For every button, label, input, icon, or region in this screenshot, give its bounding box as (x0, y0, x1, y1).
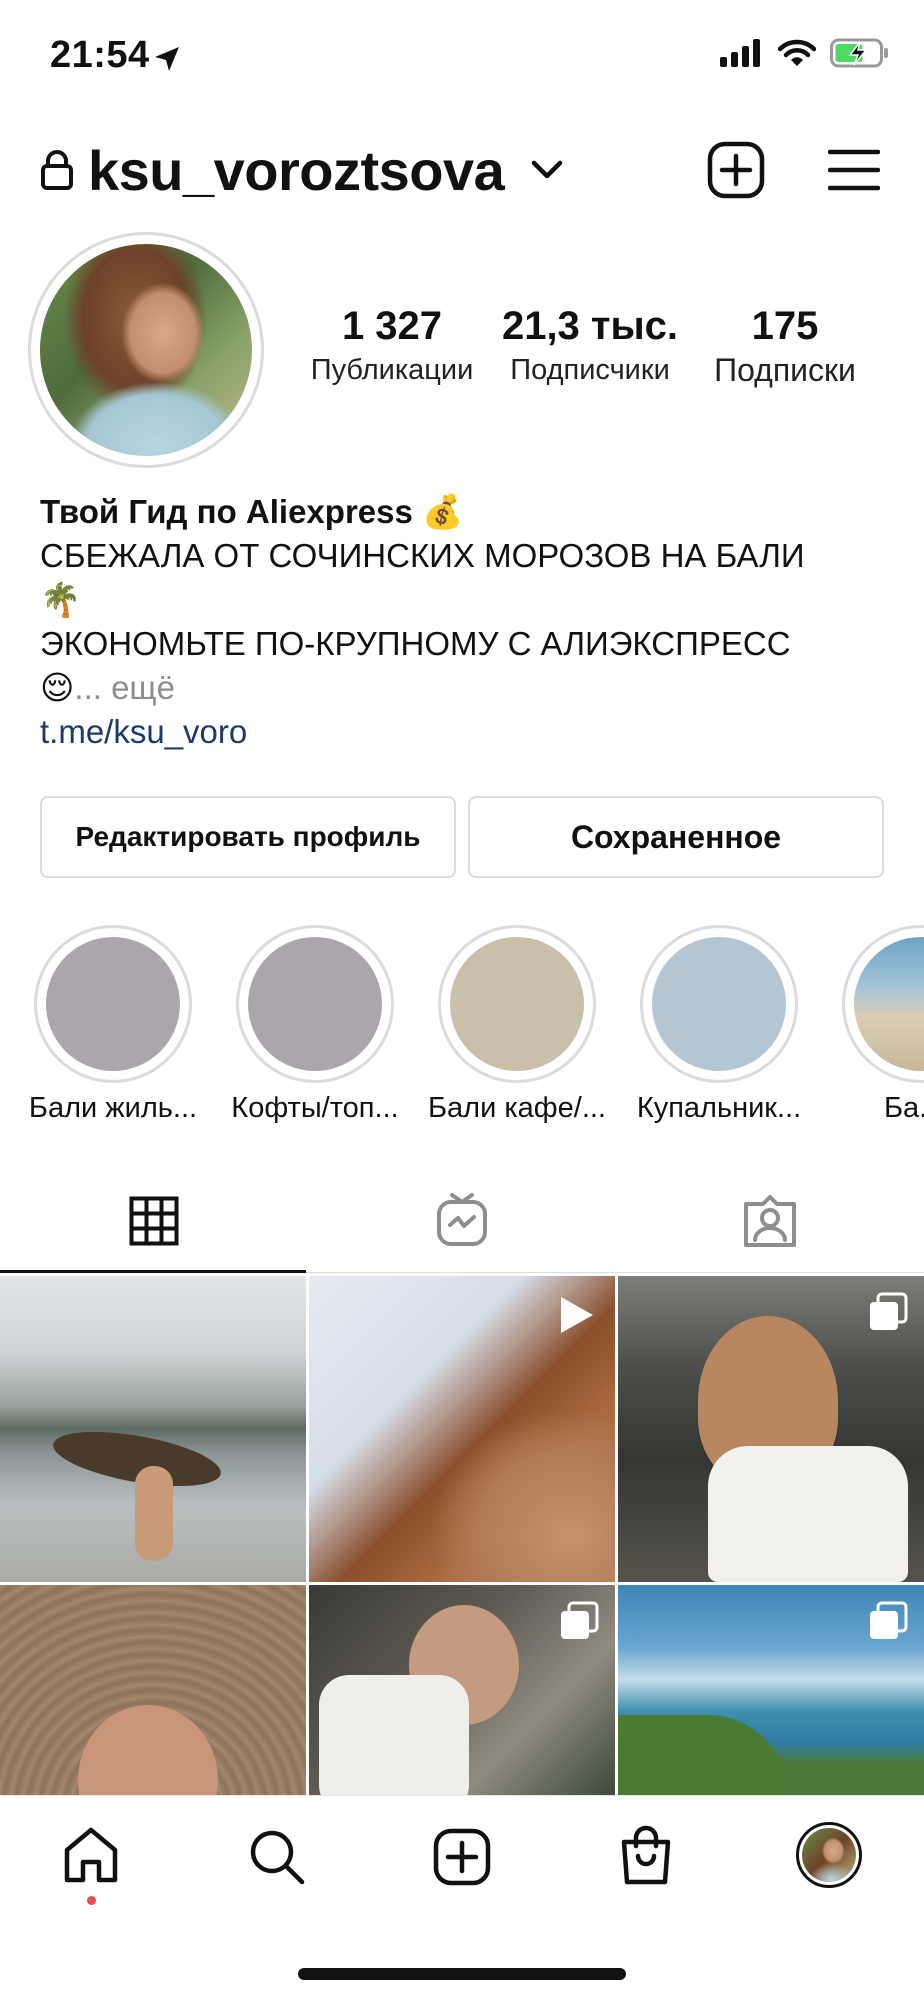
search-icon[interactable] (248, 1828, 306, 1886)
bio-name: Твой Гид по Aliexpress (40, 493, 413, 530)
photo-top (708, 1446, 908, 1582)
stat-following[interactable]: 175 Подписки (694, 302, 876, 390)
location-arrow-icon (155, 47, 179, 71)
signal-icon (720, 39, 760, 67)
palm-tree-emoji: 🌴 (40, 581, 82, 618)
carousel-icon (870, 1292, 908, 1330)
wifi-icon (778, 39, 816, 66)
notification-dot (87, 1896, 96, 1905)
highlight-cover (854, 937, 924, 1071)
stat-followers[interactable]: 21,3 тыс. Подписчики (496, 302, 684, 390)
shop-icon[interactable] (618, 1824, 674, 1886)
profile-avatar[interactable] (40, 244, 252, 456)
highlight-4[interactable] (640, 925, 798, 1083)
tagged-icon[interactable] (743, 1194, 797, 1248)
profile-bio: Твой Гид по Aliexpress 💰 СБЕЖАЛА ОТ СОЧИ… (40, 490, 900, 754)
stat-posts[interactable]: 1 327 Публикации (298, 302, 486, 390)
active-tab-indicator (0, 1270, 306, 1273)
highlight-5[interactable] (842, 925, 924, 1083)
highlight-3[interactable] (438, 925, 596, 1083)
money-bag-emoji: 💰 (422, 493, 464, 530)
photo-figure (135, 1466, 173, 1561)
igtv-icon[interactable] (436, 1192, 488, 1248)
lock-icon (41, 150, 73, 190)
highlight-cover (46, 937, 180, 1071)
post-tile[interactable] (618, 1276, 924, 1582)
stat-following-label: Подписки (714, 352, 856, 388)
highlight-cover (652, 937, 786, 1071)
grid-icon[interactable] (129, 1196, 179, 1246)
profile-avatar-small (802, 1828, 856, 1882)
bio-more-link[interactable]: ... ещё (74, 669, 175, 706)
play-icon (561, 1297, 593, 1333)
post-tile[interactable] (0, 1585, 306, 1795)
highlight-cover (450, 937, 584, 1071)
highlight-cover (248, 937, 382, 1071)
status-time: 21:54 (50, 34, 150, 76)
home-indicator (298, 1968, 626, 1980)
status-icons (720, 38, 890, 68)
post-tile[interactable] (0, 1276, 306, 1582)
highlight-2[interactable] (236, 925, 394, 1083)
battery-charging-icon (830, 38, 888, 68)
home-icon[interactable] (62, 1826, 120, 1884)
username-switcher[interactable]: ksu_voroztsova (88, 138, 505, 203)
carousel-icon (870, 1601, 908, 1639)
highlight-3-label: Бали кафе/... (427, 1092, 606, 1124)
edit-profile-button[interactable]: Редактировать профиль (40, 796, 456, 878)
highlight-2-label: Кофты/топ... (231, 1092, 399, 1124)
bio-line-2: ЭКОНОМЬТЕ ПО-КРУПНОМУ С АЛИЭКСПРЕСС (40, 625, 791, 662)
bio-website-link[interactable]: t.me/ksu_voro (40, 710, 900, 754)
new-post-nav-icon[interactable] (433, 1828, 491, 1886)
relieved-face-emoji: 😌 (40, 669, 75, 706)
chevron-down-icon[interactable] (530, 158, 564, 182)
highlight-5-label: Ба... (884, 1092, 924, 1124)
menu-icon[interactable] (828, 149, 880, 191)
photo-cliff (618, 1715, 788, 1795)
post-tile[interactable] (618, 1585, 924, 1795)
stat-following-value: 175 (751, 304, 819, 348)
photo-face (78, 1705, 218, 1795)
profile-tab[interactable] (796, 1822, 862, 1888)
stat-followers-label: Подписчики (510, 354, 670, 386)
post-tile[interactable] (309, 1276, 615, 1582)
highlight-4-label: Купальник... (636, 1092, 802, 1124)
highlight-1[interactable] (34, 925, 192, 1083)
post-tile[interactable] (309, 1585, 615, 1795)
stat-posts-label: Публикации (310, 354, 474, 386)
stat-followers-value: 21,3 тыс. (501, 304, 679, 348)
bio-line-1: СБЕЖАЛА ОТ СОЧИНСКИХ МОРОЗОВ НА БАЛИ (40, 537, 805, 574)
photo-jacket (319, 1675, 469, 1795)
new-post-icon[interactable] (707, 141, 765, 199)
saved-button[interactable]: Сохраненное (468, 796, 884, 878)
carousel-icon (561, 1601, 599, 1639)
highlight-1-label: Бали жиль... (28, 1092, 198, 1124)
stat-posts-value: 1 327 (341, 304, 443, 348)
